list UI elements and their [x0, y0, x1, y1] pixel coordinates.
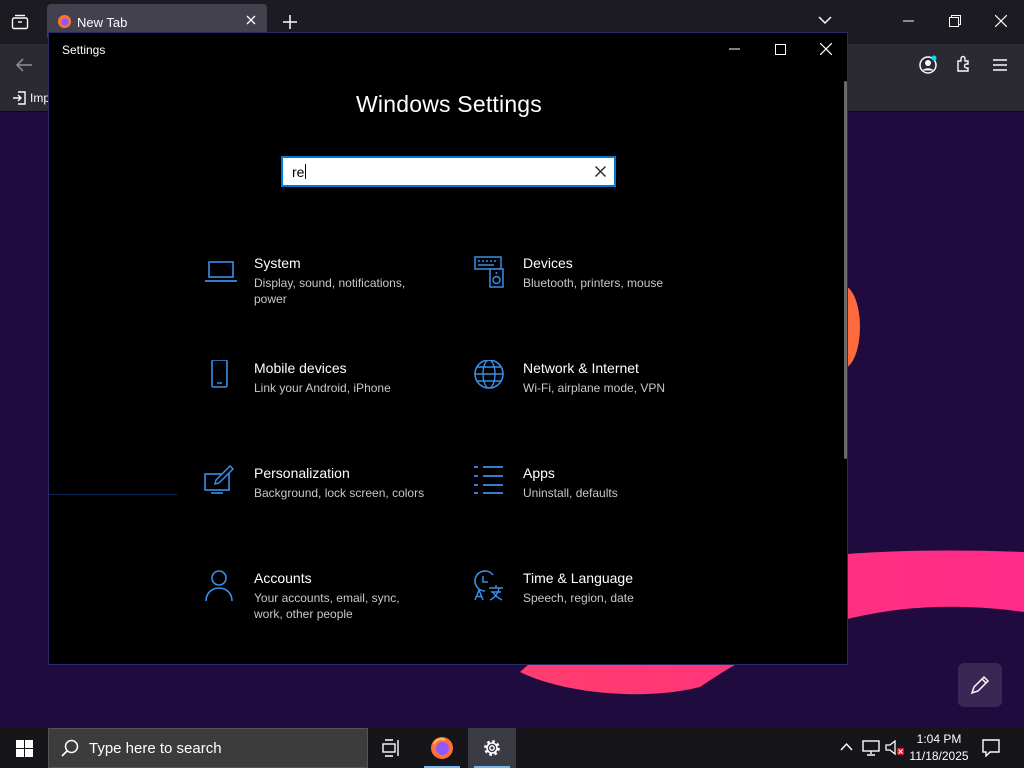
- taskbar-search-box[interactable]: Type here to search: [48, 728, 368, 768]
- taskbar-settings[interactable]: [468, 728, 516, 768]
- close-button[interactable]: [803, 33, 849, 65]
- gear-icon: [484, 740, 500, 756]
- pencil-icon: [970, 675, 990, 695]
- category-time-language[interactable]: Time & Language Speech, region, date: [473, 570, 703, 640]
- category-mobile-devices[interactable]: Mobile devices Link your Android, iPhone: [204, 360, 434, 430]
- category-name: Apps: [523, 465, 555, 481]
- category-apps[interactable]: Apps Uninstall, defaults: [473, 465, 703, 535]
- bookmark-import[interactable]: Imp: [12, 91, 50, 105]
- menu-hamburger-icon[interactable]: [992, 58, 1008, 72]
- notifications-icon[interactable]: [982, 739, 1000, 757]
- firefox-icon: [57, 14, 72, 29]
- close-window-icon[interactable]: [995, 15, 1007, 27]
- category-description: Wi-Fi, airplane mode, VPN: [523, 381, 666, 395]
- clear-search-icon[interactable]: [593, 164, 608, 179]
- list-all-tabs-icon[interactable]: [11, 14, 29, 30]
- task-view-button[interactable]: [368, 728, 416, 768]
- category-name: Accounts: [254, 570, 312, 586]
- clock-time: 1:04 PM: [916, 732, 962, 746]
- bookmark-label: Imp: [30, 91, 51, 105]
- tab-title: New Tab: [77, 15, 128, 30]
- category-description: Bluetooth, printers, mouse: [523, 276, 664, 290]
- settings-window: Settings Windows Settings re System Disp…: [48, 32, 848, 665]
- windows-logo-icon: [15, 739, 33, 757]
- category-description: Background, lock screen, colors: [254, 486, 425, 500]
- category-name: Time & Language: [523, 570, 633, 586]
- paint-screen-icon: [204, 465, 235, 494]
- category-devices[interactable]: Devices Bluetooth, printers, mouse: [473, 255, 703, 325]
- category-network-internet[interactable]: Network & Internet Wi-Fi, airplane mode,…: [473, 360, 703, 430]
- tab-overflow-chevron-icon[interactable]: [818, 15, 832, 25]
- category-accounts[interactable]: Accounts Your accounts, email, sync, wor…: [204, 570, 434, 640]
- minimize-icon[interactable]: [903, 20, 914, 22]
- window-title: Settings: [62, 43, 106, 57]
- close-icon: [820, 43, 832, 55]
- category-personalization[interactable]: Personalization Background, lock screen,…: [204, 465, 434, 535]
- settings-search-input[interactable]: re: [281, 156, 616, 187]
- back-arrow-icon[interactable]: [15, 57, 33, 73]
- search-placeholder: Type here to search: [89, 740, 222, 757]
- category-description: Uninstall, defaults: [523, 486, 618, 500]
- new-tab-icon[interactable]: [282, 14, 298, 30]
- customize-button[interactable]: [958, 663, 1002, 707]
- volume-muted-icon[interactable]: [885, 740, 905, 757]
- network-icon[interactable]: [862, 740, 880, 756]
- import-icon: [13, 91, 26, 105]
- page-title: Windows Settings: [356, 91, 542, 117]
- system-clock[interactable]: 1:04 PM 11/18/2025: [908, 731, 970, 765]
- clock-language-icon: [474, 570, 503, 601]
- show-hidden-icons-chevron-icon[interactable]: [840, 742, 853, 751]
- taskbar-firefox[interactable]: [418, 728, 466, 768]
- category-description: Your accounts, email, sync, work, other …: [254, 591, 400, 621]
- search-icon: [61, 739, 79, 757]
- category-description: Display, sound, notifications, power: [254, 276, 406, 306]
- divider: [49, 494, 177, 495]
- category-name: Mobile devices: [254, 360, 347, 376]
- category-system[interactable]: System Display, sound, notifications, po…: [204, 255, 434, 325]
- extensions-icon[interactable]: [955, 55, 973, 73]
- scrollbar[interactable]: [844, 81, 847, 459]
- laptop-icon: [205, 261, 237, 282]
- start-button[interactable]: [0, 728, 48, 768]
- maximize-icon: [774, 43, 786, 55]
- maximize-button[interactable]: [757, 33, 803, 65]
- category-name: Network & Internet: [523, 360, 639, 376]
- clock-date: 11/18/2025: [909, 749, 969, 763]
- search-value: re: [292, 164, 307, 180]
- close-tab-icon[interactable]: [243, 12, 259, 28]
- minimize-button[interactable]: [711, 33, 757, 65]
- firefox-icon: [431, 737, 453, 759]
- restore-icon[interactable]: [949, 15, 961, 27]
- taskbar: Type here to search 1:04 PM 11/18/2025: [0, 728, 1024, 768]
- minimize-icon: [728, 48, 740, 50]
- category-name: Devices: [523, 255, 573, 271]
- task-view-icon: [382, 739, 399, 757]
- keyboard-speaker-icon: [474, 256, 504, 288]
- person-icon: [205, 570, 233, 602]
- category-name: System: [254, 255, 301, 271]
- globe-icon: [474, 360, 504, 389]
- category-description: Link your Android, iPhone: [254, 381, 391, 395]
- list-icon: [474, 466, 503, 494]
- category-name: Personalization: [254, 465, 350, 481]
- category-description: Speech, region, date: [523, 591, 634, 605]
- account-icon[interactable]: [918, 55, 938, 75]
- phone-icon: [211, 360, 228, 388]
